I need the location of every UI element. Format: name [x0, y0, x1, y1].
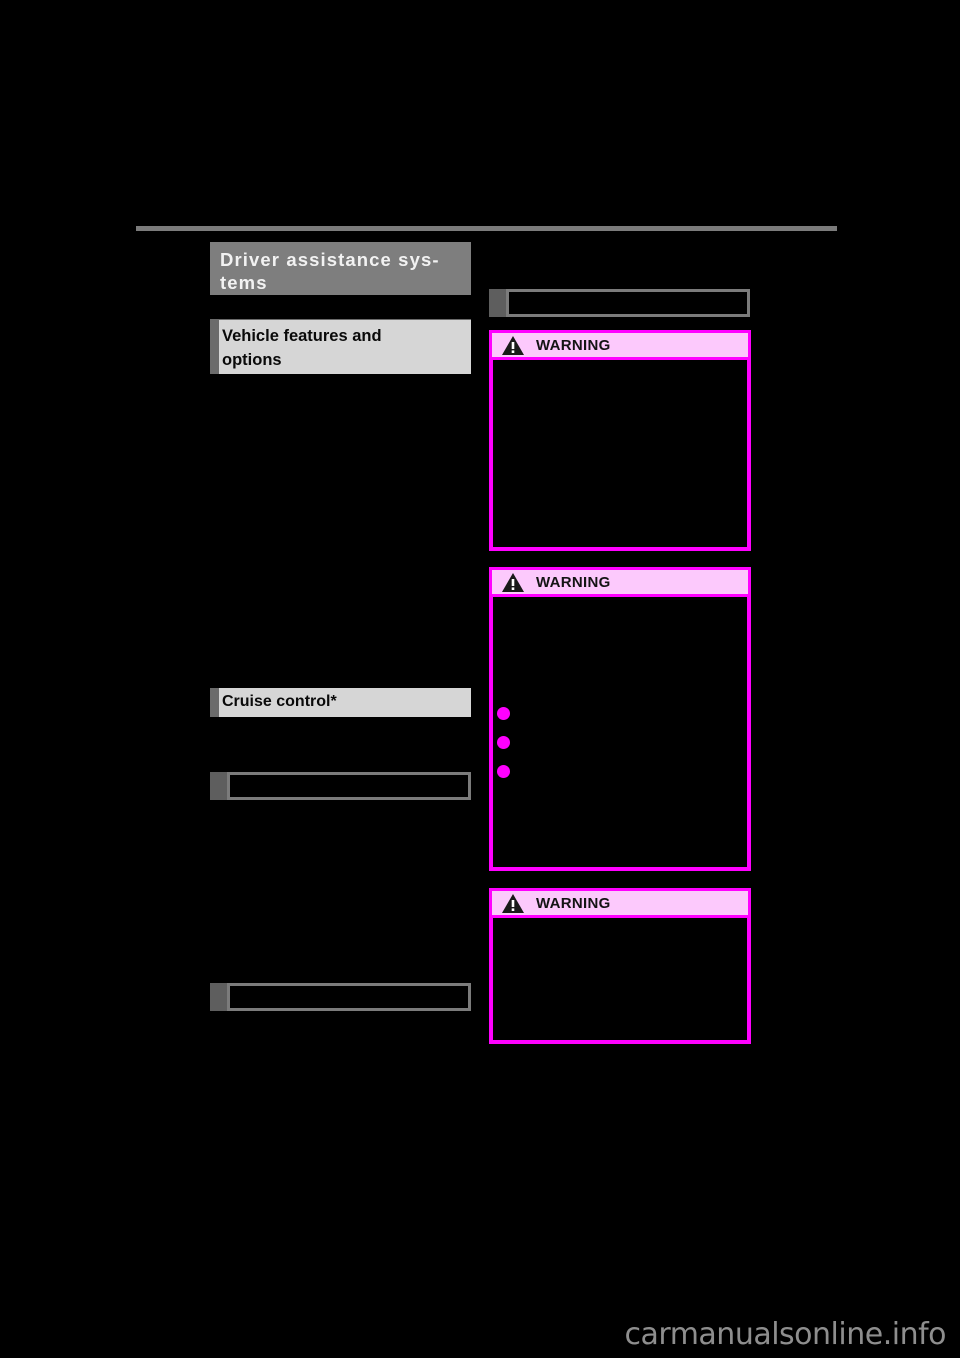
section-title-block: Vehicle features and options: [210, 319, 471, 374]
warning-box-1-label: WARNING: [536, 336, 611, 354]
warning-box-1-header: WARNING: [489, 330, 751, 360]
page-header-rule: [136, 226, 837, 231]
right-topic-bar-tab: [489, 289, 506, 317]
left-body-block-1: [210, 390, 472, 670]
left-topic-bar-1-tab: [210, 772, 227, 800]
right-topic-bar: [489, 289, 750, 317]
warning-box-2-label: WARNING: [536, 573, 611, 591]
warning-box-2-header: WARNING: [489, 567, 751, 597]
warning-box-2-text: [493, 597, 747, 603]
left-topic-bar-2-tab: [210, 983, 227, 1011]
chapter-title-block: Driver assistance sys- tems: [210, 242, 471, 295]
left-body-block-4: [210, 1022, 472, 1142]
warning-box-2-body: [489, 597, 751, 871]
warning-box-1-body: [489, 360, 751, 551]
subsection-cruise-control: Cruise control*: [210, 688, 471, 717]
warning-box-3: WARNING: [489, 888, 751, 1044]
warning-bullet-marker: [497, 707, 510, 720]
left-body-block-2: [210, 726, 472, 766]
warning-box-1-text: [493, 360, 747, 366]
warning-box-3-header: WARNING: [489, 888, 751, 918]
warning-box-3-body: [489, 918, 751, 1044]
manual-page: Driver assistance sys- tems Vehicle feat…: [0, 0, 960, 1358]
warning-bullet-marker: [497, 765, 510, 778]
left-body-block-3: [210, 812, 472, 972]
warning-box-3-label: WARNING: [536, 894, 611, 912]
warning-box-2: WARNING: [489, 567, 751, 871]
right-topic-bar-strip: [506, 289, 750, 317]
warning-triangle-icon: [502, 572, 524, 592]
chapter-title-text: Driver assistance sys- tems: [220, 249, 440, 293]
warning-triangle-icon: [502, 335, 524, 355]
warning-bullet-marker: [497, 736, 510, 749]
warning-triangle-icon: [502, 893, 524, 913]
left-topic-bar-1-strip: [227, 772, 471, 800]
section-title-text: Vehicle features and options: [222, 327, 382, 369]
left-topic-bar-2-strip: [227, 983, 471, 1011]
site-watermark: carmanualsonline.info: [624, 1317, 947, 1352]
warning-box-1: WARNING: [489, 330, 751, 551]
left-topic-bar-2: [210, 983, 471, 1011]
subsection-cruise-control-text: Cruise control*: [222, 693, 337, 710]
warning-box-3-text: [493, 918, 747, 924]
left-topic-bar-1: [210, 772, 471, 800]
